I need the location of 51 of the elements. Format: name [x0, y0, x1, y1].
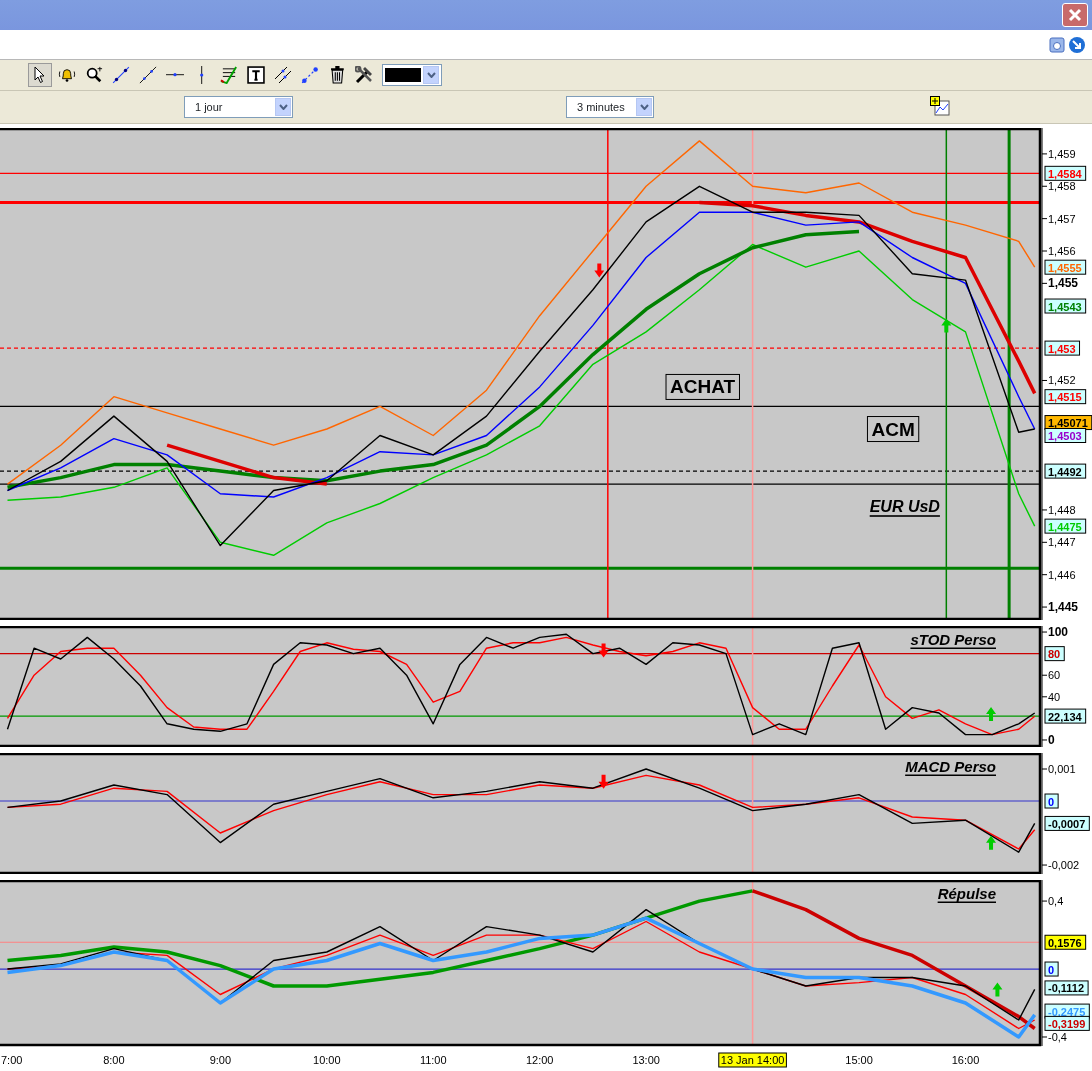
value-tag: 1,4503 [1044, 428, 1087, 443]
time-label: 10:00 [313, 1054, 341, 1066]
value-tag: 1,4515 [1044, 389, 1087, 405]
axis-label: 1,446 [1048, 568, 1076, 581]
time-label: 9:00 [209, 1054, 232, 1066]
axis-label: 1,448 [1048, 503, 1076, 516]
time-label: 8:00 [103, 1054, 125, 1066]
time-label: 13:00 [632, 1054, 660, 1066]
axis-label: 0,001 [1048, 763, 1076, 775]
axis-label: -0,4 [1048, 1031, 1067, 1043]
panel-title: MACD Perso [905, 757, 996, 775]
value-tag: 1,4475 [1044, 518, 1087, 534]
axis-label: 1,458 [1048, 180, 1076, 193]
cursor-time-label: 13 Jan 14:00 [718, 1052, 787, 1068]
axis-label: 1,447 [1048, 536, 1076, 549]
signal-label: ACM [866, 416, 920, 443]
value-tag: 22,134 [1044, 708, 1087, 724]
value-tag: 0,1576 [1044, 934, 1087, 950]
axis-label: 1,457 [1048, 212, 1076, 225]
time-label: 11:00 [419, 1054, 447, 1066]
axis-label: 0 [1048, 733, 1055, 747]
value-tag: 1,4584 [1044, 165, 1087, 181]
axis-label: 40 [1048, 690, 1061, 703]
value-tag: 80 [1044, 646, 1065, 662]
axis-label: 100 [1048, 626, 1069, 640]
time-label: 7:00 [1, 1054, 23, 1066]
axis-label: 1,455 [1048, 276, 1079, 291]
value-tag: 1,453 [1044, 340, 1081, 356]
value-tag: -0,3199 [1044, 1015, 1090, 1031]
value-tag: -0,0007 [1044, 815, 1090, 831]
axis-label: 0,4 [1048, 895, 1064, 908]
value-tag: 0 [1044, 961, 1059, 977]
value-tag: 1,4555 [1044, 259, 1087, 275]
signal-label: ACHAT [665, 373, 740, 400]
axis-label: 1,459 [1048, 147, 1076, 160]
value-tag: 0 [1044, 793, 1059, 809]
value-tag: 1,4543 [1044, 298, 1087, 314]
axis-label: 1,456 [1048, 245, 1076, 257]
value-tag: -0,1112 [1044, 980, 1089, 996]
chart-label: EUR UsD [869, 498, 940, 516]
value-tag: 1,4492 [1044, 463, 1087, 479]
panel-title: Répulse [937, 884, 996, 902]
axis-label: 60 [1048, 669, 1061, 682]
axis-label: 1,445 [1048, 600, 1079, 615]
value-tag: 1,45071 [1044, 415, 1092, 431]
panel-title: sTOD Perso [910, 630, 996, 648]
time-label: 15:00 [845, 1054, 873, 1066]
axis-label: -0,002 [1048, 859, 1080, 872]
time-label: 16:00 [951, 1054, 980, 1066]
time-label: 12:00 [525, 1054, 554, 1066]
axis-label: 1,452 [1048, 374, 1076, 387]
